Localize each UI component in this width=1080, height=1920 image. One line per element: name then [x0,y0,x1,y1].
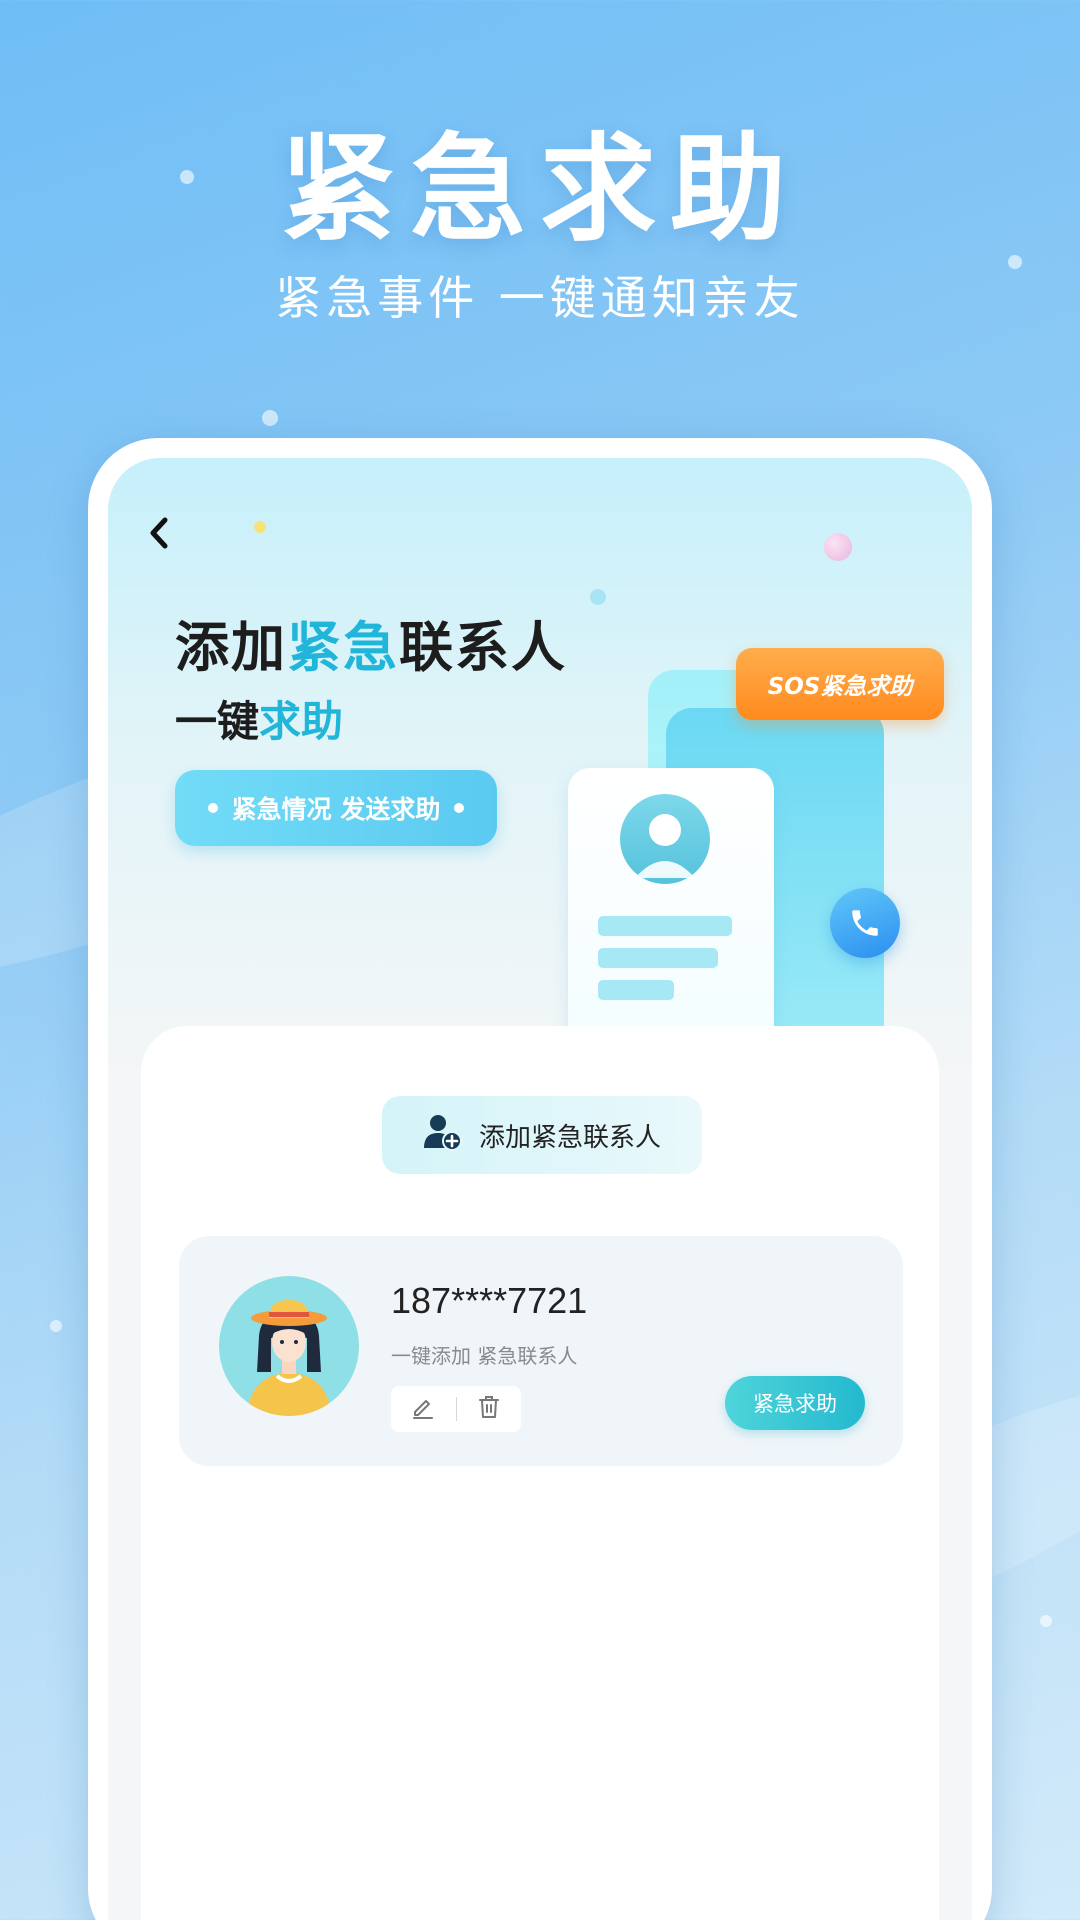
banner-subtitle-highlight: 求助 [259,697,344,746]
add-user-icon [423,1112,463,1159]
contact-phone-number: 187****7721 [391,1280,588,1321]
decor-dot [590,589,606,605]
contact-actions [391,1386,521,1432]
contacts-panel: 添加紧急联系人 187****7721 一键添加 紧急联系人 紧急求助 [141,1026,939,1920]
banner-title: 添加紧急联系人 [175,603,567,682]
back-arrow-icon [147,516,171,554]
background-sparkle [262,410,278,426]
banner-title-highlight: 紧急 [287,616,399,679]
contact-card: 187****7721 一键添加 紧急联系人 紧急求助 [179,1236,903,1466]
hero-subtitle: 紧急事件 一键通知亲友 [275,271,805,325]
banner-title-text: 添加 [175,616,287,679]
contact-avatar-icon [620,794,710,884]
action-divider [455,1397,457,1421]
pill-dot [454,803,465,813]
pill-text: 紧急情况 发送求助 [231,795,441,824]
background-sparkle [50,1320,62,1332]
banner-subtitle: 一键求助 [175,688,343,749]
add-contact-button[interactable]: 添加紧急联系人 [382,1096,702,1174]
hero-title: 紧急求助 [280,122,800,257]
emergency-pill: 紧急情况 发送求助 [175,770,497,846]
emergency-help-button[interactable]: 紧急求助 [725,1376,865,1430]
phone-mockup: 添加紧急联系人 一键求助 紧急情况 发送求助 SOS紧急求助 添加紧急联系人 1… [88,438,992,1920]
illustration-line [598,948,718,968]
phone-call-icon [830,888,900,958]
illustration-contact-card [568,768,774,1068]
banner-title-text: 联系人 [399,616,567,679]
edit-icon [410,1394,436,1424]
delete-icon [476,1394,502,1424]
illustration-line [598,916,732,936]
edit-button[interactable] [403,1389,443,1429]
delete-button[interactable] [469,1389,509,1429]
back-button[interactable] [134,510,184,560]
app-screen: 添加紧急联系人 一键求助 紧急情况 发送求助 SOS紧急求助 添加紧急联系人 1… [108,458,972,1920]
sos-badge: SOS紧急求助 [736,648,944,720]
pill-dot [207,803,218,813]
decor-dot [824,533,852,561]
add-contact-label: 添加紧急联系人 [478,1122,661,1153]
contact-description: 一键添加 紧急联系人 [391,1344,578,1368]
background-sparkle [1040,1615,1052,1627]
illustration-line [598,980,674,1000]
decor-dot [254,521,266,533]
avatar [219,1276,359,1416]
banner-subtitle-text: 一键 [175,697,260,746]
